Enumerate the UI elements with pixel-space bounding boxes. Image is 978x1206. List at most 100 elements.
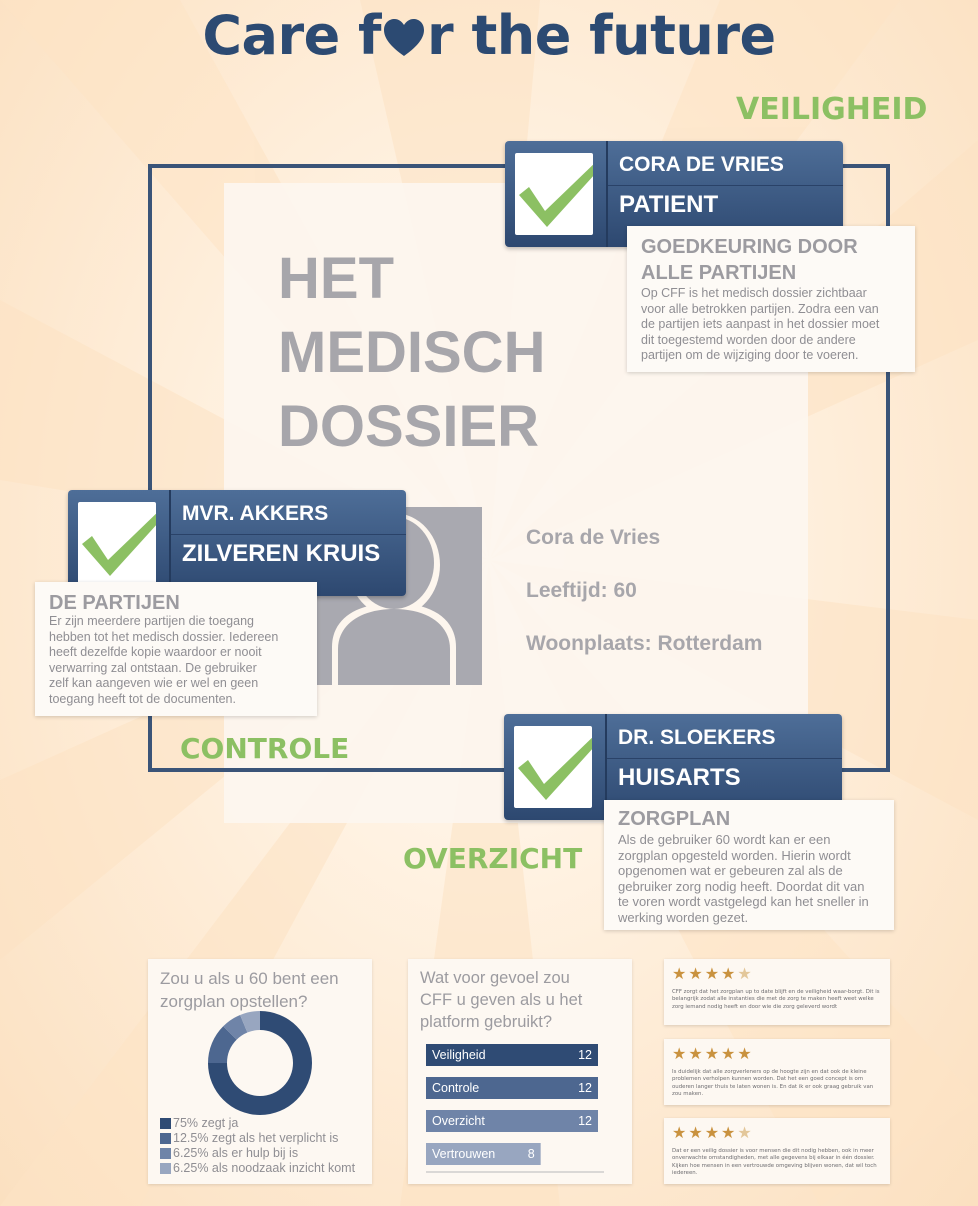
bar-category-label: Vertrouwen <box>432 1147 495 1161</box>
note-body-line: toegang heeft tot de documenten. <box>49 691 236 706</box>
card-divider <box>606 141 608 247</box>
card-divider <box>169 490 171 596</box>
checkbox <box>514 726 604 808</box>
note-body-line: opgenomen wat er gebeuren zal als de <box>618 863 843 879</box>
bar-category-label: Overzicht <box>432 1114 485 1128</box>
star-icon: ★ <box>721 1044 738 1063</box>
bar-value-label: 8 <box>528 1147 535 1161</box>
note-body-line: te voren wordt vastgelegd kan het snelle… <box>618 894 869 910</box>
bar-value-label: 12 <box>578 1048 592 1062</box>
star-icon: ★ <box>688 1123 705 1142</box>
dossier-title: HET MEDISCH DOSSIER <box>278 242 545 464</box>
dossier-title-line: MEDISCH <box>278 320 546 385</box>
star-icon: ★ <box>737 964 754 983</box>
checkbox <box>78 502 168 584</box>
chart-title-line: platform gebruikt? <box>420 1013 553 1031</box>
checkbox <box>515 153 605 235</box>
legend-item: 6.25% als noodzaak inzicht komt <box>160 1161 355 1175</box>
heart-icon <box>384 19 425 56</box>
legend-label: 6.25% als er hulp bij is <box>173 1146 299 1160</box>
legend-label: 75% zegt ja <box>173 1116 239 1130</box>
card-separator <box>607 758 842 759</box>
star-icon: ★ <box>672 1044 689 1063</box>
legend-item: 12.5% zegt als het verplicht is <box>160 1131 338 1145</box>
card-insurer: MVR. AKKERS ZILVEREN KRUIS <box>68 490 406 596</box>
review-card: ★★★★★ Is duidelijk dat alle zorgverlener… <box>664 1039 890 1105</box>
chart-title-line: Zou u als u 60 bent een <box>160 969 339 988</box>
star-rating: ★★★★★ <box>672 965 882 983</box>
legend-label: 6.25% als noodzaak inzicht komt <box>173 1161 356 1175</box>
dossier-title-line: DOSSIER <box>278 394 540 459</box>
note-goedkeuring: GOEDKEURING DOOR ALLE PARTIJEN Op CFF is… <box>627 226 915 372</box>
review-text: CFF zorgt dat het zorgplan up to date bl… <box>672 989 880 1010</box>
review-card: ★★★★★ Dat er een veilig dossier is voor … <box>664 1118 890 1184</box>
chart-title-line: CFF u geven als u het <box>420 991 583 1009</box>
patient-city: Woonplaats: Rotterdam <box>526 632 763 655</box>
card-role: ZILVEREN KRUIS <box>182 540 381 567</box>
legend-swatch <box>160 1132 171 1144</box>
dossier-title-line: HET <box>278 246 394 311</box>
star-icon: ★ <box>704 964 722 983</box>
star-rating: ★★★★★ <box>672 1045 882 1063</box>
note-title: DE PARTIJEN <box>49 592 180 614</box>
legend-swatch <box>160 1117 171 1129</box>
note-body-line: dit toegestemd worden door de andere <box>641 332 856 347</box>
page-title: Care f r the future <box>0 4 978 67</box>
star-rating: ★★★★★ <box>672 1124 882 1142</box>
bar-chart: Veiligheid 12 Controle 12 Overzicht 12 Vertrou… <box>426 1044 604 1173</box>
note-body-line: de partijen iets aanpast in het dossier … <box>641 317 880 331</box>
review-card: ★★★★★ CFF zorgt dat het zorgplan up to d… <box>664 959 890 1025</box>
title-text-end: r the future <box>427 4 776 67</box>
chart-title: Zou u als u 60 bent een zorgplan opstell… <box>160 967 339 1013</box>
star-icon: ★ <box>688 1044 705 1063</box>
checkmark-icon <box>82 508 168 576</box>
card-role: PATIENT <box>619 191 719 218</box>
star-icon: ★ <box>704 1044 722 1063</box>
checkmark-icon <box>518 732 604 800</box>
note-body-line: Op CFF is het medisch dossier zichtbaar <box>641 286 867 300</box>
patient-age: Leeftijd: 60 <box>526 579 637 602</box>
bar-value-label: 12 <box>578 1114 592 1128</box>
star-icon: ★ <box>737 1044 754 1063</box>
bar-category-label: Veiligheid <box>432 1048 486 1062</box>
note-body-line: Er zijn meerdere partijen die toegang <box>49 614 254 628</box>
star-icon: ★ <box>672 1123 689 1142</box>
note-title: ZORGPLAN <box>618 808 731 830</box>
bar-value-label: 12 <box>578 1081 592 1095</box>
card-separator <box>608 185 843 186</box>
label-veiligheid: VEILIGHEID <box>736 92 928 127</box>
label-overzicht: OVERZICHT <box>403 842 583 875</box>
note-body-line: Als de gebruiker 60 wordt kan er een <box>618 832 831 847</box>
card-role: HUISARTS <box>618 764 741 791</box>
note-partijen: DE PARTIJEN Er zijn meerdere partijen di… <box>35 582 317 716</box>
chart-title: Wat voor gevoel zou CFF u geven als u he… <box>420 967 582 1033</box>
legend-item: 6.25% als er hulp bij is <box>160 1146 298 1160</box>
star-icon: ★ <box>672 964 689 983</box>
star-icon: ★ <box>688 964 705 983</box>
label-controle: CONTROLE <box>180 732 350 765</box>
checkmark-icon <box>519 159 605 227</box>
legend-label: 12.5% zegt als het verplicht is <box>173 1131 339 1145</box>
note-body-line: werking worden gezet. <box>618 909 749 925</box>
review-text: Dat er een veilig dossier is voor mensen… <box>672 1148 877 1177</box>
note-zorgplan: ZORGPLAN Als de gebruiker 60 wordt kan e… <box>604 800 894 930</box>
note-body-line: verwarring zal ontstaan. De gebruiker <box>49 660 257 675</box>
note-body-line: zelf kan aangeven wie er wel en geen <box>49 676 259 690</box>
star-icon: ★ <box>721 964 738 983</box>
note-body-line: partijen om de wijziging door te voeren. <box>641 348 859 362</box>
legend-swatch <box>160 1162 171 1174</box>
card-name: DR. SLOEKERS <box>618 726 776 749</box>
note-body-line: hebben tot het medisch dossier. Iedereen <box>49 629 279 644</box>
donut-chart-panel: Zou u als u 60 bent een zorgplan opstell… <box>148 959 372 1184</box>
card-name: MVR. AKKERS <box>182 502 329 525</box>
star-icon: ★ <box>704 1123 722 1142</box>
star-icon: ★ <box>737 1123 754 1142</box>
patient-name: Cora de Vries <box>526 526 661 549</box>
donut-chart <box>208 1011 312 1115</box>
star-icon: ★ <box>721 1123 738 1142</box>
legend-swatch <box>160 1147 171 1159</box>
note-body-line: zorgplan opgesteld worden. Hierin wordt <box>618 847 851 863</box>
title-text-start: Care f <box>202 4 382 67</box>
note-title: ALLE PARTIJEN <box>641 262 797 284</box>
note-body-line: heeft dezelfde kopie waardoor er nooit <box>49 645 262 659</box>
